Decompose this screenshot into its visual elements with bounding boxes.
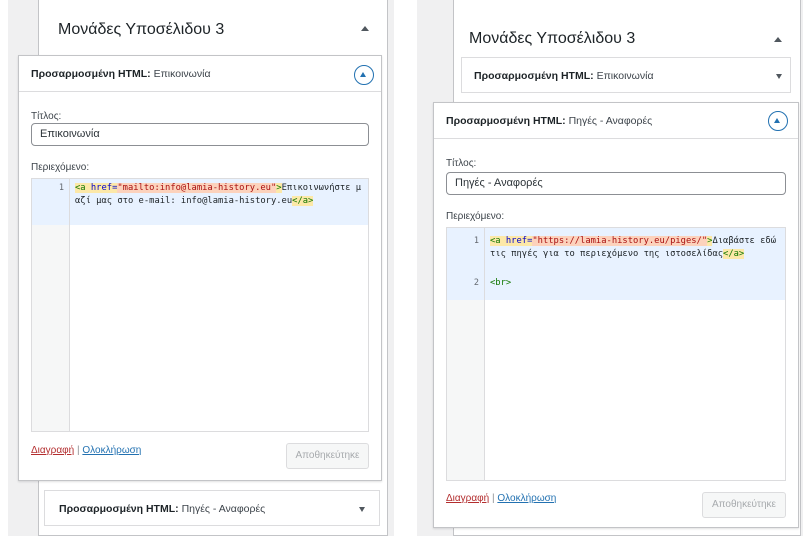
left-screenshot: Μονάδες Υποσέλιδου 3 Προσαρμοσμένη HTML:… xyxy=(8,0,394,536)
widget-type-label: Προσαρμοσμένη HTML: xyxy=(446,115,566,127)
title-input[interactable]: Πηγές - Αναφορές xyxy=(446,172,786,195)
code-line-1[interactable]: <a href="https://lamia-history.eu/piges/… xyxy=(490,235,779,261)
widget-area-header[interactable]: Μονάδες Υποσέλιδου 3 xyxy=(454,0,800,52)
widget-name: Επικοινωνία xyxy=(596,70,654,82)
widget-type-label: Προσαρμοσμένη HTML: xyxy=(31,68,151,80)
content-label: Περιεχόμενο: xyxy=(31,162,90,173)
widget-name: Πηγές - Αναφορές xyxy=(568,115,653,127)
expand-arrow-icon[interactable] xyxy=(359,507,365,512)
widget-area-header[interactable]: Μονάδες Υποσέλιδου 3 xyxy=(39,0,387,52)
code-end-tag: </a> xyxy=(292,196,314,206)
widget-type-label: Προσαρμοσμένη HTML: xyxy=(474,70,594,82)
title-input-value: Επικοινωνία xyxy=(40,128,100,140)
title-input[interactable]: Επικοινωνία xyxy=(31,123,369,146)
code-attr: href= xyxy=(500,236,533,246)
separator: | xyxy=(491,493,495,504)
title-input-value: Πηγές - Αναφορές xyxy=(455,177,543,189)
widget-sources-closed[interactable]: Προσαρμοσμένη HTML: Πηγές - Αναφορές xyxy=(44,490,380,526)
line-number: 1 xyxy=(58,183,64,193)
done-link[interactable]: Ολοκλήρωση xyxy=(82,445,141,456)
code-attr: href= xyxy=(85,183,118,193)
widget-header[interactable]: Προσαρμοσμένη HTML: Πηγές - Αναφορές xyxy=(434,103,798,139)
collapse-widget-icon[interactable] xyxy=(354,65,374,85)
widget-contact-closed[interactable]: Προσαρμοσμένη HTML: Επικοινωνία xyxy=(461,57,791,93)
code-tag-open: <a xyxy=(490,236,501,246)
widget-header[interactable]: Προσαρμοσμένη HTML: Επικοινωνία xyxy=(462,58,790,94)
code-href: "https://lamia-history.eu/piges/" xyxy=(532,236,708,246)
widget-type-label: Προσαρμοσμένη HTML: xyxy=(59,503,179,515)
code-br-tag: <br> xyxy=(490,278,512,288)
code-end-tag: </a> xyxy=(723,249,745,259)
widget-area-title: Μονάδες Υποσέλιδου 3 xyxy=(469,30,636,47)
code-editor[interactable]: 1 <a href="mailto:info@lamia-history.eu"… xyxy=(31,178,369,432)
code-line-2[interactable]: <br> xyxy=(490,277,779,290)
widget-name: Πηγές - Αναφορές xyxy=(181,503,266,515)
collapse-arrow-icon[interactable] xyxy=(774,37,782,42)
saved-button[interactable]: Αποθηκεύτηκε xyxy=(702,492,786,518)
line-gutter-bg xyxy=(447,300,485,480)
collapse-arrow-icon[interactable] xyxy=(361,26,369,31)
collapse-widget-icon[interactable] xyxy=(768,111,788,131)
widget-header[interactable]: Προσαρμοσμένη HTML: Πηγές - Αναφορές xyxy=(45,491,379,527)
delete-link[interactable]: Διαγραφή xyxy=(446,493,489,504)
content-label: Περιεχόμενο: xyxy=(446,211,505,222)
widget-actions: Διαγραφή | Ολοκλήρωση xyxy=(446,493,556,504)
widget-title: Προσαρμοσμένη HTML: Επικοινωνία xyxy=(474,70,654,82)
widget-title: Προσαρμοσμένη HTML: Πηγές - Αναφορές xyxy=(446,115,652,127)
saved-button[interactable]: Αποθηκεύτηκε xyxy=(286,443,369,469)
widget-header[interactable]: Προσαρμοσμένη HTML: Επικοινωνία xyxy=(19,56,381,92)
delete-link[interactable]: Διαγραφή xyxy=(31,445,74,456)
title-label: Τίτλος: xyxy=(31,111,62,122)
title-label: Τίτλος: xyxy=(446,158,477,169)
separator: | xyxy=(76,445,80,456)
code-tag-open: <a xyxy=(75,183,86,193)
code-line-1[interactable]: <a href="mailto:info@lamia-history.eu">Ε… xyxy=(75,182,362,208)
widget-sources-open: Προσαρμοσμένη HTML: Πηγές - Αναφορές Τίτ… xyxy=(433,102,799,528)
widget-actions: Διαγραφή | Ολοκλήρωση xyxy=(31,445,141,456)
widget-title: Προσαρμοσμένη HTML: Επικοινωνία xyxy=(31,68,211,80)
expand-arrow-icon[interactable] xyxy=(776,74,782,79)
right-screenshot: Μονάδες Υποσέλιδου 3 Προσαρμοσμένη HTML:… xyxy=(417,0,803,536)
line-gutter-bg xyxy=(32,225,70,431)
done-link[interactable]: Ολοκλήρωση xyxy=(497,493,556,504)
line-number: 2 xyxy=(473,278,479,288)
widget-area-title: Μονάδες Υποσέλιδου 3 xyxy=(58,21,225,38)
widget-title: Προσαρμοσμένη HTML: Πηγές - Αναφορές xyxy=(59,503,265,515)
line-number: 1 xyxy=(473,236,479,246)
code-href: "mailto:info@lamia-history.eu" xyxy=(117,183,277,193)
widget-name: Επικοινωνία xyxy=(153,68,211,80)
widget-contact-open: Προσαρμοσμένη HTML: Επικοινωνία Τίτλος: … xyxy=(18,55,382,481)
code-editor[interactable]: 1 <a href="https://lamia-history.eu/pige… xyxy=(446,227,786,481)
